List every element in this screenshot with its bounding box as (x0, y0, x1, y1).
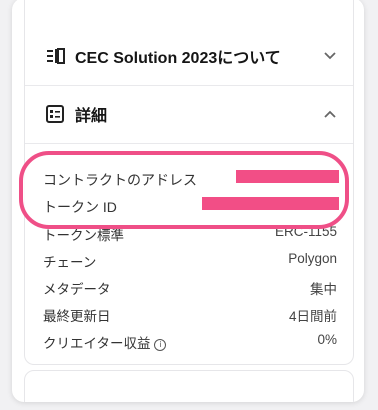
detail-row-metadata: メタデータ 集中 (25, 274, 353, 300)
redacted-token-id (202, 197, 339, 210)
redacted-contract-address (236, 170, 339, 183)
detail-label: メタデータ (43, 282, 111, 297)
divider (25, 143, 353, 144)
list-lines-icon (47, 48, 65, 64)
chevron-down-icon[interactable] (323, 49, 337, 63)
creator-earnings-label: クリエイター収益 (43, 336, 151, 351)
nft-details-card: CEC Solution 2023について 詳細 トークン標準 ERC-1155… (12, 0, 364, 402)
detail-row-last-updated: 最終更新日 4日間前 (25, 301, 353, 327)
detail-value: 0% (317, 332, 337, 347)
about-section-title: CEC Solution 2023について (75, 50, 281, 67)
detail-label: クリエイター収益 i (43, 332, 167, 352)
details-section-header[interactable]: 詳細 (25, 86, 353, 142)
detail-label: 最終更新日 (43, 309, 111, 324)
detail-value: 集中 (310, 282, 337, 297)
chevron-up-icon[interactable] (323, 107, 337, 121)
details-section-title: 詳細 (75, 108, 108, 125)
about-section-header[interactable]: CEC Solution 2023について (25, 28, 353, 84)
detail-value: 4日間前 (288, 309, 337, 324)
highlight-annotation (19, 151, 349, 229)
next-accordion-card[interactable] (24, 370, 354, 402)
detail-label: チェーン (43, 255, 97, 270)
contract-address-label: コントラクトのアドレス (43, 172, 197, 188)
id-card-icon (46, 105, 64, 123)
token-id-label: トークン ID (43, 199, 117, 215)
detail-value: Polygon (288, 251, 337, 266)
info-icon[interactable]: i (154, 339, 167, 351)
detail-row-creator-earnings: クリエイター収益 i 0% (25, 328, 353, 354)
detail-row-chain: チェーン Polygon (25, 247, 353, 273)
